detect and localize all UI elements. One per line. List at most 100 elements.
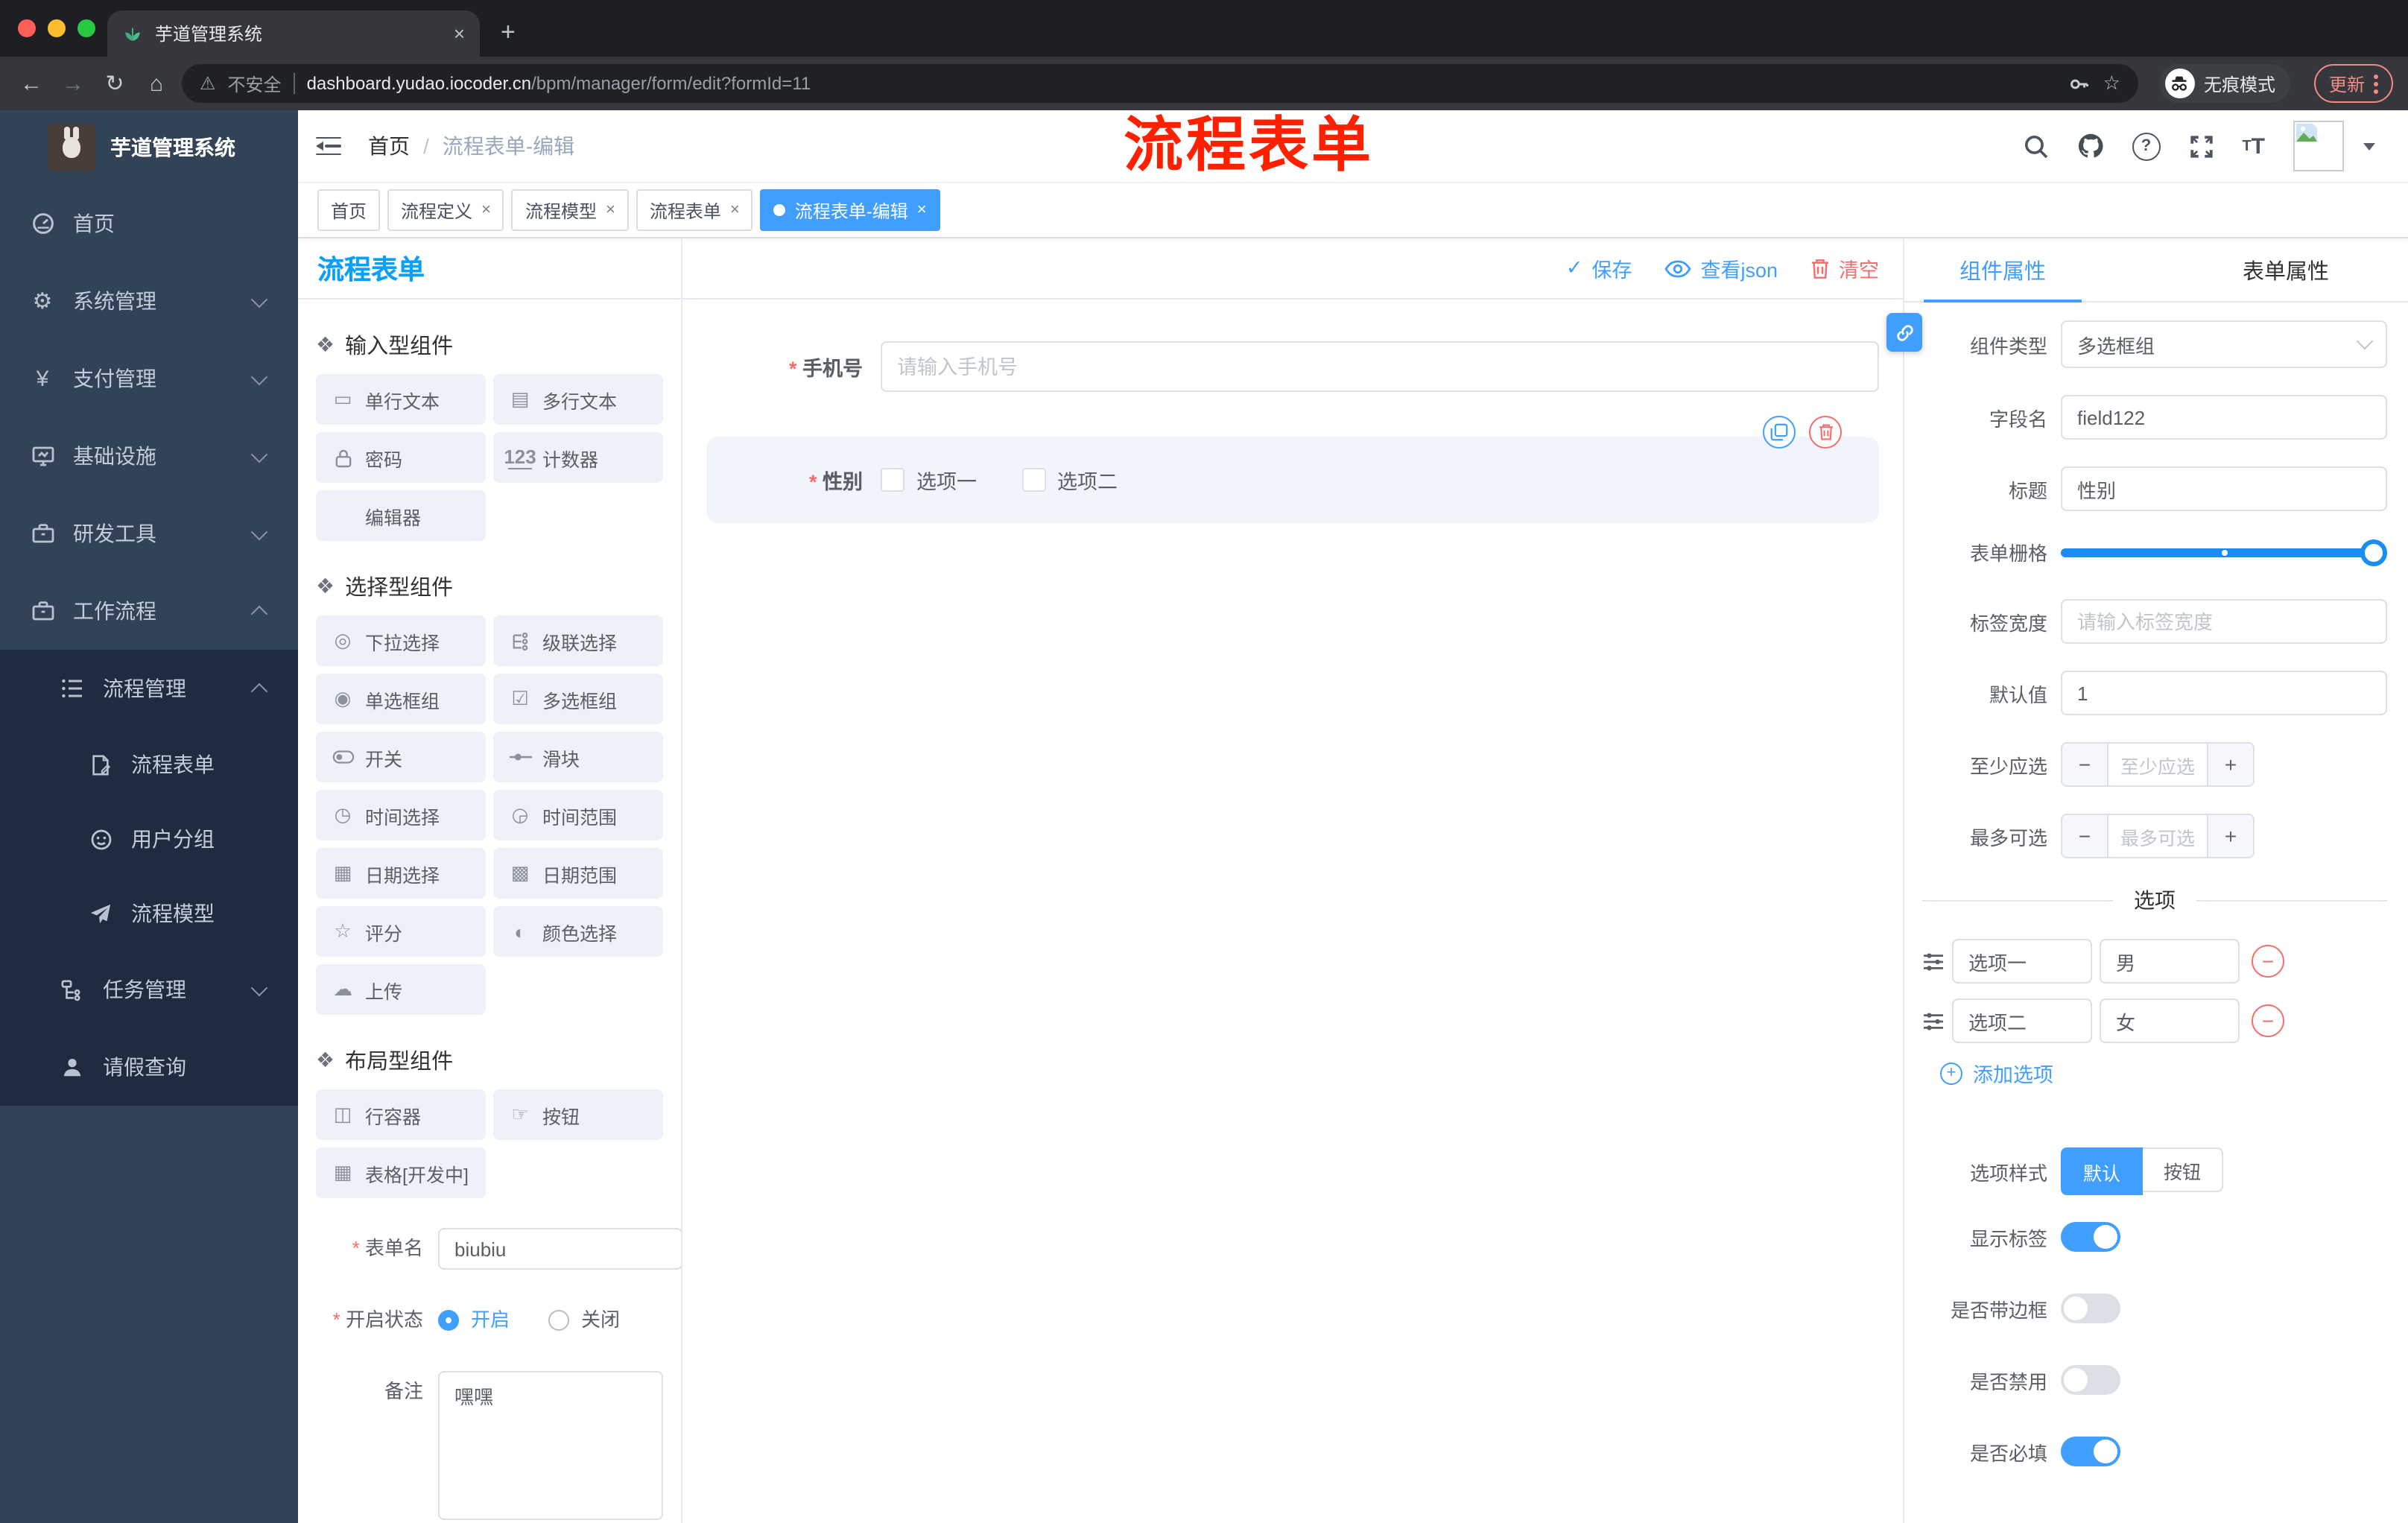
component-table[interactable]: ▦ 表格[开发中] [316, 1147, 486, 1198]
forward-icon[interactable]: → [57, 71, 89, 96]
radio-open[interactable]: 开启 [438, 1299, 510, 1341]
required-toggle[interactable] [2061, 1437, 2120, 1466]
sidebar-item-leave-query[interactable]: 请假查询 [0, 1028, 298, 1106]
show-label-toggle[interactable] [2061, 1222, 2120, 1252]
border-toggle[interactable] [2061, 1294, 2120, 1323]
link-icon[interactable] [1886, 313, 1922, 352]
component-type-select[interactable]: 多选框组 [2061, 320, 2387, 368]
min-select-value[interactable]: 至少应选 [2108, 744, 2207, 785]
reload-icon[interactable]: ↻ [98, 70, 131, 97]
save-button[interactable]: ✓ 保存 [1566, 253, 1632, 283]
component-color-picker[interactable]: ◐ 颜色选择 [493, 906, 663, 957]
component-time-range[interactable]: ◶ 时间范围 [493, 790, 663, 840]
clear-button[interactable]: 清空 [1810, 253, 1879, 283]
avatar-dropdown-icon[interactable] [2363, 142, 2375, 150]
sidebar-collapse-icon[interactable] [316, 136, 341, 156]
browser-menu-icon[interactable] [2374, 74, 2378, 93]
font-size-icon[interactable]: TT [2242, 133, 2265, 159]
component-switch[interactable]: 开关 [316, 732, 486, 782]
field-name-input[interactable] [2061, 395, 2387, 440]
delete-component-button[interactable] [1809, 416, 1842, 449]
stepper-plus-button[interactable]: + [2207, 815, 2253, 857]
option-label-input[interactable] [1952, 939, 2092, 984]
window-close-button[interactable] [18, 19, 36, 37]
github-icon[interactable] [2076, 133, 2103, 159]
sidebar-item-home[interactable]: 首页 [0, 185, 298, 262]
sidebar-item-devtools[interactable]: 研发工具 [0, 495, 298, 572]
password-key-icon[interactable] [2069, 72, 2091, 95]
fullscreen-icon[interactable] [2188, 133, 2214, 159]
phone-input[interactable] [881, 341, 1879, 392]
tag-process-model[interactable]: 流程模型 × [511, 189, 629, 231]
gender-option-1[interactable]: 选项一 [881, 465, 977, 495]
drag-handle-icon[interactable] [1922, 1011, 1945, 1030]
option-value-input[interactable] [2100, 998, 2240, 1043]
sidebar-logo[interactable]: 芋道管理系统 [0, 110, 298, 185]
gender-option-2[interactable]: 选项二 [1021, 465, 1118, 495]
tag-close-icon[interactable]: × [481, 201, 491, 219]
component-row-container[interactable]: ◫ 行容器 [316, 1089, 486, 1140]
component-button[interactable]: ☞ 按钮 [493, 1089, 663, 1140]
title-input[interactable] [2061, 466, 2387, 511]
component-upload[interactable]: ☁ 上传 [316, 964, 486, 1015]
home-icon[interactable]: ⌂ [140, 71, 173, 96]
browser-update-button[interactable]: 更新 [2313, 64, 2393, 103]
address-bar[interactable]: ⚠ 不安全 dashboard.yudao.iocoder.cn/bpm/man… [182, 64, 2138, 103]
tag-close-icon[interactable]: × [730, 201, 740, 219]
component-date-picker[interactable]: ▦ 日期选择 [316, 848, 486, 899]
sidebar-item-workflow[interactable]: 工作流程 [0, 572, 298, 650]
search-icon[interactable] [2023, 133, 2048, 159]
remove-option-button[interactable]: − [2252, 1004, 2284, 1037]
tag-home[interactable]: 首页 [317, 189, 381, 231]
component-time-picker[interactable]: ◷ 时间选择 [316, 790, 486, 840]
component-date-range[interactable]: ▩ 日期范围 [493, 848, 663, 899]
tag-process-form[interactable]: 流程表单 × [636, 189, 753, 231]
tab-component-props[interactable]: 组件属性 [1904, 238, 2101, 303]
label-width-input[interactable] [2061, 599, 2387, 644]
component-editor[interactable]: 编辑器 [316, 490, 486, 541]
option-value-input[interactable] [2100, 939, 2240, 984]
style-button-button[interactable]: 按钮 [2143, 1147, 2224, 1192]
tag-process-form-edit[interactable]: 流程表单-编辑 × [760, 189, 940, 231]
help-icon[interactable]: ? [2132, 132, 2161, 160]
add-option-button[interactable]: + 添加选项 [1940, 1058, 2387, 1088]
disabled-toggle[interactable] [2061, 1365, 2120, 1395]
sidebar-item-process-form[interactable]: 流程表单 [0, 727, 298, 802]
sidebar-item-process-mgmt[interactable]: 流程管理 [0, 650, 298, 727]
sidebar-item-system[interactable]: ⚙ 系统管理 [0, 262, 298, 340]
style-default-button[interactable]: 默认 [2061, 1147, 2144, 1195]
form-remark-textarea[interactable]: 嘿嘿 [438, 1371, 663, 1520]
component-rate[interactable]: ☆ 评分 [316, 906, 486, 957]
tag-close-icon[interactable]: × [917, 201, 927, 219]
avatar[interactable] [2293, 121, 2344, 171]
url-text[interactable]: dashboard.yudao.iocoder.cn/bpm/manager/f… [307, 73, 2057, 94]
tag-process-definition[interactable]: 流程定义 × [387, 189, 504, 231]
component-textarea[interactable]: ▤ 多行文本 [493, 374, 663, 425]
browser-tab[interactable]: 芋道管理系统 × [107, 10, 480, 57]
component-checkbox-group[interactable]: ☑ 多选框组 [493, 674, 663, 724]
drawing-board[interactable]: 手机号 性别 选项一 选项二 [682, 300, 1903, 1523]
breadcrumb-home[interactable]: 首页 [368, 131, 410, 161]
sidebar-item-process-model[interactable]: 流程模型 [0, 876, 298, 951]
sidebar-item-infra[interactable]: 基础设施 [0, 417, 298, 495]
tab-close-icon[interactable]: × [454, 22, 465, 45]
component-cascader[interactable]: 级联选择 [493, 615, 663, 666]
security-label[interactable]: 不安全 [228, 71, 282, 96]
stepper-minus-button[interactable]: − [2062, 744, 2108, 785]
default-value-input[interactable] [2061, 671, 2387, 715]
form-name-input[interactable] [438, 1228, 681, 1270]
component-single-text[interactable]: ▭ 单行文本 [316, 374, 486, 425]
radio-closed[interactable]: 关闭 [548, 1299, 620, 1341]
drag-handle-icon[interactable] [1922, 952, 1945, 971]
tab-form-props[interactable]: 表单属性 [2187, 238, 2384, 301]
component-counter[interactable]: 123 计数器 [493, 432, 663, 483]
view-json-button[interactable]: 查看json [1664, 253, 1778, 283]
stepper-minus-button[interactable]: − [2062, 815, 2108, 857]
grid-slider[interactable] [2061, 539, 2387, 566]
sidebar-item-user-group[interactable]: 用户分组 [0, 802, 298, 876]
bookmark-star-icon[interactable]: ☆ [2103, 72, 2120, 95]
component-select[interactable]: ◎ 下拉选择 [316, 615, 486, 666]
new-tab-button[interactable]: + [501, 18, 516, 48]
option-label-input[interactable] [1952, 998, 2092, 1043]
checkbox-icon[interactable] [881, 468, 904, 492]
